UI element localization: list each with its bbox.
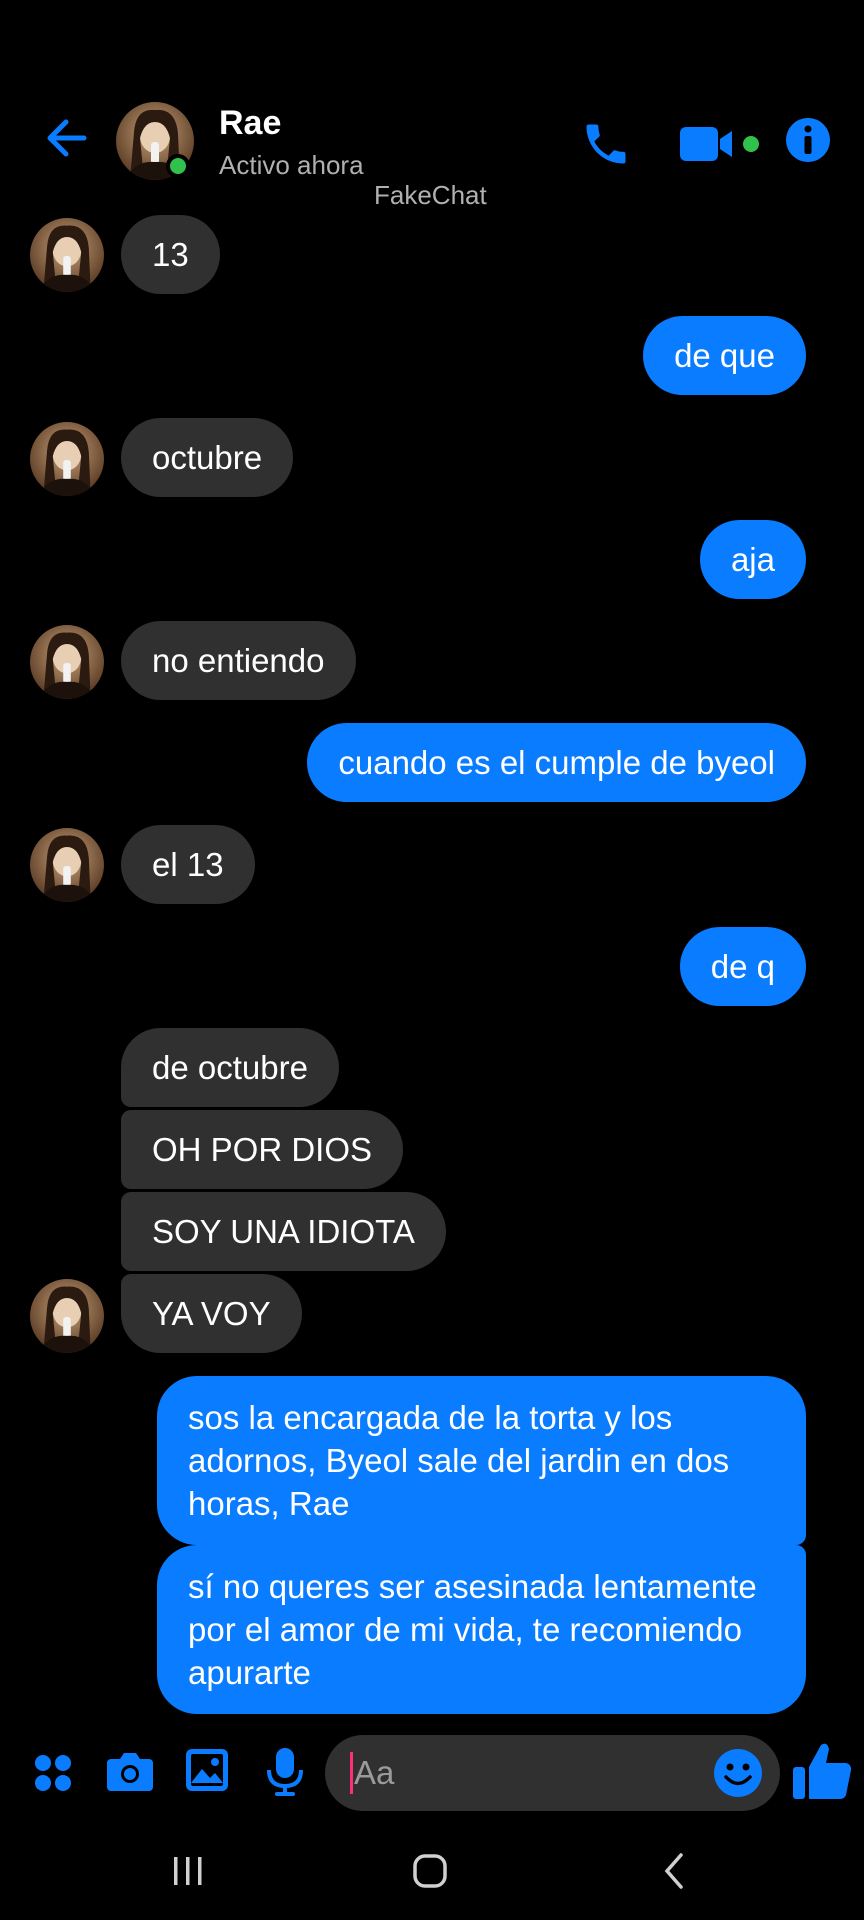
received-message[interactable]: octubre	[121, 418, 294, 497]
recent-apps-button[interactable]	[158, 1846, 218, 1896]
received-message[interactable]: el 13	[121, 825, 255, 904]
image-icon	[186, 1749, 228, 1791]
system-back-button[interactable]	[644, 1846, 704, 1896]
received-message[interactable]: YA VOY	[121, 1274, 302, 1353]
video-call-button[interactable]	[676, 112, 766, 176]
text-caret	[350, 1752, 353, 1794]
emoji-button[interactable]	[712, 1747, 764, 1799]
back-button[interactable]	[30, 108, 102, 168]
info-button[interactable]	[780, 112, 836, 168]
phone-icon	[586, 124, 626, 164]
online-indicator	[166, 154, 190, 178]
sender-avatar	[30, 625, 104, 699]
received-message[interactable]: no entiendo	[121, 621, 356, 700]
video-camera-icon	[680, 127, 759, 161]
home-button[interactable]	[400, 1846, 460, 1896]
sent-message[interactable]: cuando es el cumple de byeol	[307, 723, 806, 802]
microphone-icon	[267, 1748, 303, 1796]
message-input-placeholder: Aa	[354, 1754, 395, 1791]
sender-avatar	[30, 218, 104, 292]
apps-grid-icon	[35, 1755, 71, 1791]
contact-status: Activo ahora	[219, 150, 364, 180]
chevron-left-icon	[664, 1853, 683, 1889]
sent-message[interactable]: sí no queres ser asesinada lentamente po…	[157, 1545, 806, 1714]
arrow-left-icon	[47, 119, 87, 157]
received-message[interactable]: SOY UNA IDIOTA	[121, 1192, 446, 1271]
voice-button[interactable]	[260, 1744, 310, 1800]
sent-message[interactable]: de q	[679, 927, 806, 1006]
apps-button[interactable]	[28, 1748, 78, 1798]
received-message[interactable]: de octubre	[121, 1028, 339, 1107]
sent-message[interactable]: de que	[643, 316, 806, 395]
sender-avatar	[30, 828, 104, 902]
camera-button[interactable]	[104, 1745, 156, 1797]
received-message[interactable]: OH POR DIOS	[121, 1110, 404, 1189]
like-button[interactable]	[790, 1736, 854, 1806]
thumbs-up-icon	[793, 1743, 852, 1800]
sender-avatar	[30, 1279, 104, 1353]
recents-icon	[174, 1857, 202, 1885]
sent-message[interactable]: aja	[699, 520, 806, 599]
sender-avatar	[30, 422, 104, 496]
watermark: FakeChat	[374, 180, 487, 210]
contact-name[interactable]: Rae	[219, 104, 281, 143]
gallery-button[interactable]	[182, 1745, 232, 1795]
sent-message[interactable]: sos la encargada de la torta y los adorn…	[157, 1376, 806, 1545]
camera-icon	[107, 1753, 153, 1791]
home-icon	[413, 1854, 447, 1888]
smiley-icon	[714, 1749, 762, 1797]
received-message[interactable]: 13	[121, 215, 220, 294]
call-button[interactable]	[574, 112, 638, 176]
info-icon	[786, 118, 830, 162]
